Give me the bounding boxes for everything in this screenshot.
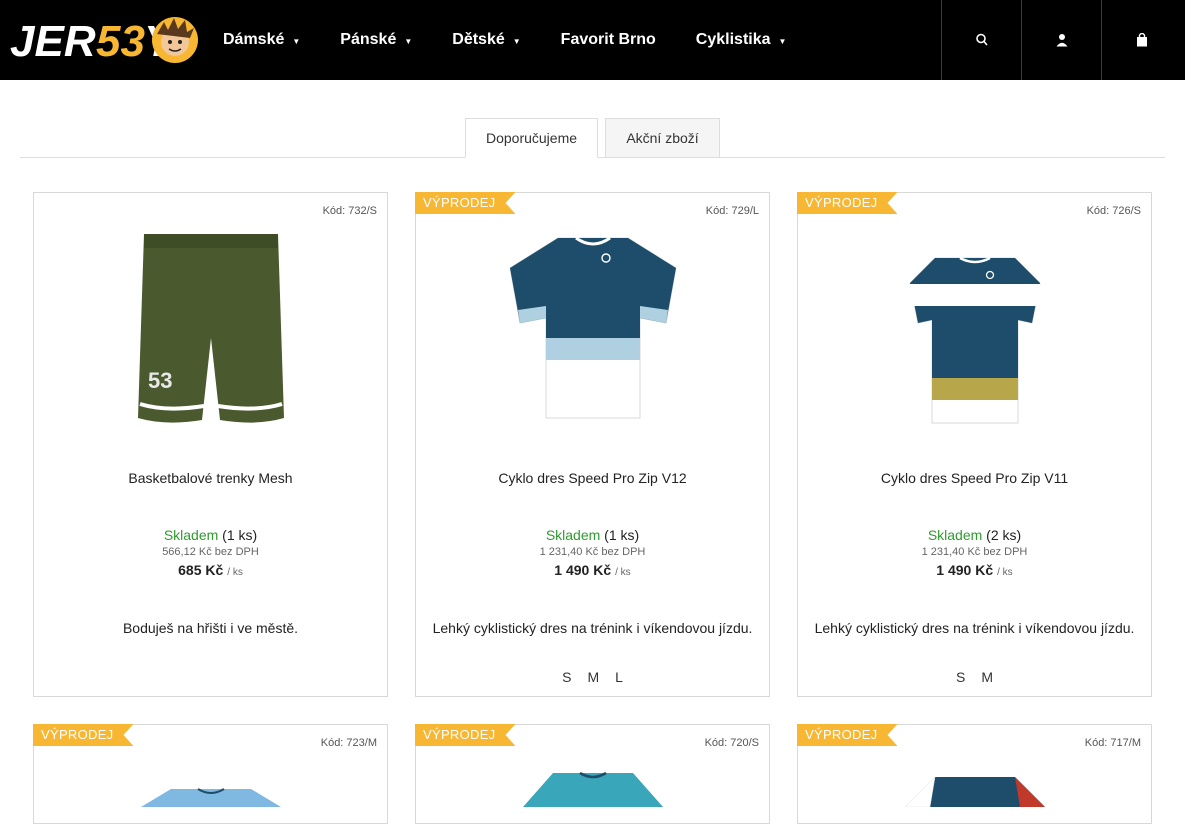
- nav-item-damske[interactable]: Dámské ▼: [203, 0, 320, 80]
- user-icon: [1056, 34, 1067, 47]
- nav-item-detske[interactable]: Dětské ▼: [432, 0, 540, 80]
- price: 1 490 Kč / ks: [798, 562, 1151, 578]
- stock-status: Skladem (1 ks): [416, 527, 769, 543]
- product-code: Kód: 723/M: [320, 737, 377, 749]
- product-description: Lehký cyklistický dres na trénink i víke…: [432, 620, 753, 636]
- product-code: Kód: 726/S: [1086, 205, 1141, 217]
- price-value: 1 490 Kč: [554, 562, 612, 578]
- cart-button[interactable]: [1101, 0, 1181, 80]
- price-unit: / ks: [227, 567, 243, 578]
- size-option[interactable]: S: [956, 669, 965, 685]
- sale-badge: VÝPRODEJ: [33, 724, 133, 746]
- size-option[interactable]: M: [587, 669, 599, 685]
- product-card[interactable]: VÝPRODEJ Kód: 720/S: [415, 724, 770, 824]
- tab-label: Akční zboží: [626, 130, 699, 146]
- size-option[interactable]: M: [981, 669, 993, 685]
- sale-badge: VÝPRODEJ: [797, 192, 897, 214]
- product-name[interactable]: Cyklo dres Speed Pro Zip V12: [416, 470, 769, 486]
- product-card[interactable]: VÝPRODEJ Kód: 717/M: [797, 724, 1152, 824]
- product-description: Lehký cyklistický dres na trénink i víke…: [814, 620, 1135, 636]
- chevron-down-icon: ▼: [778, 37, 787, 46]
- stock-count: (1 ks): [604, 527, 640, 543]
- product-image[interactable]: 53: [111, 223, 311, 433]
- nav-item-cyklistika[interactable]: Cyklistika ▼: [676, 0, 807, 80]
- cart-icon: [1136, 33, 1147, 47]
- sale-badge: VÝPRODEJ: [797, 724, 897, 746]
- stock-status: Skladem (2 ks): [798, 527, 1151, 543]
- nav-item-panske[interactable]: Pánské ▼: [320, 0, 432, 80]
- product-code: Kód: 717/M: [1084, 737, 1141, 749]
- svg-text:JER: JER: [10, 17, 96, 66]
- tab-akcni-zbozi[interactable]: Akční zboží: [605, 118, 720, 158]
- price: 1 490 Kč / ks: [416, 562, 769, 578]
- stock-count: (1 ks): [222, 527, 258, 543]
- stock-label: Skladem: [927, 527, 983, 543]
- price: 685 Kč / ks: [34, 562, 387, 578]
- size-list: SM: [798, 669, 1151, 685]
- size-list: SML: [416, 669, 769, 685]
- nav-label: Dětské: [452, 31, 505, 48]
- product-image[interactable]: [111, 767, 311, 807]
- site-logo[interactable]: JER 53 Y: [8, 14, 202, 66]
- product-image[interactable]: [493, 223, 693, 433]
- product-image[interactable]: [875, 223, 1075, 433]
- stock-count: (2 ks): [986, 527, 1022, 543]
- chevron-down-icon: ▼: [512, 37, 521, 46]
- account-button[interactable]: [1021, 0, 1101, 80]
- stock-label: Skladem: [163, 527, 219, 543]
- chevron-down-icon: ▼: [404, 37, 413, 46]
- svg-text:53: 53: [96, 17, 145, 66]
- price-net: 1 231,40 Kč bez DPH: [539, 546, 646, 558]
- price-unit: / ks: [997, 567, 1013, 578]
- tab-label: Doporučujeme: [485, 130, 578, 146]
- size-option[interactable]: L: [615, 669, 623, 685]
- product-card[interactable]: Kód: 732/S 53 Basketbalové trenky Mesh S…: [33, 192, 388, 697]
- sale-badge: VÝPRODEJ: [415, 192, 515, 214]
- price-unit: / ks: [615, 567, 631, 578]
- price-value: 1 490 Kč: [936, 562, 994, 578]
- product-code: Kód: 720/S: [704, 737, 759, 749]
- product-image[interactable]: [875, 767, 1075, 807]
- nav-label: Pánské: [340, 31, 397, 48]
- product-code: Kód: 732/S: [322, 205, 377, 217]
- sale-badge: VÝPRODEJ: [415, 724, 515, 746]
- nav-label: Dámské: [223, 31, 285, 48]
- product-card[interactable]: VÝPRODEJ Kód: 726/S Cyklo dres Speed Pro…: [797, 192, 1152, 697]
- product-name[interactable]: Cyklo dres Speed Pro Zip V11: [798, 470, 1151, 486]
- nav-label: Favorit Brno: [560, 31, 656, 48]
- main-nav: Dámské ▼ Pánské ▼ Dětské ▼ Favorit Brno Cyk…: [203, 0, 806, 80]
- product-card[interactable]: VÝPRODEJ Kód: 729/L Cyklo dres Speed Pro…: [415, 192, 770, 697]
- product-description: Boduješ na hřišti i ve městě.: [122, 620, 299, 636]
- price-value: 685 Kč: [178, 562, 224, 578]
- site-header: JER 53 Y Dámské ▼ Pánské ▼ Dětské ▼ Favorit…: [0, 0, 1185, 80]
- nav-item-favorit-brno[interactable]: Favorit Brno: [541, 0, 676, 80]
- nav-label: Cyklistika: [695, 31, 771, 48]
- chevron-down-icon: ▼: [292, 37, 301, 46]
- tab-doporucujeme[interactable]: Doporučujeme: [465, 118, 598, 158]
- product-image[interactable]: [493, 767, 693, 807]
- price-net: 1 231,40 Kč bez DPH: [921, 546, 1028, 558]
- search-icon: [975, 33, 988, 46]
- price-net: 566,12 Kč bez DPH: [162, 546, 259, 558]
- svg-text:53: 53: [148, 368, 172, 393]
- stock-label: Skladem: [545, 527, 601, 543]
- product-code: Kód: 729/L: [705, 205, 759, 217]
- product-name[interactable]: Basketbalové trenky Mesh: [34, 470, 387, 486]
- stock-status: Skladem (1 ks): [34, 527, 387, 543]
- size-option[interactable]: S: [562, 669, 571, 685]
- product-card[interactable]: VÝPRODEJ Kód: 723/M: [33, 724, 388, 824]
- search-button[interactable]: [941, 0, 1021, 80]
